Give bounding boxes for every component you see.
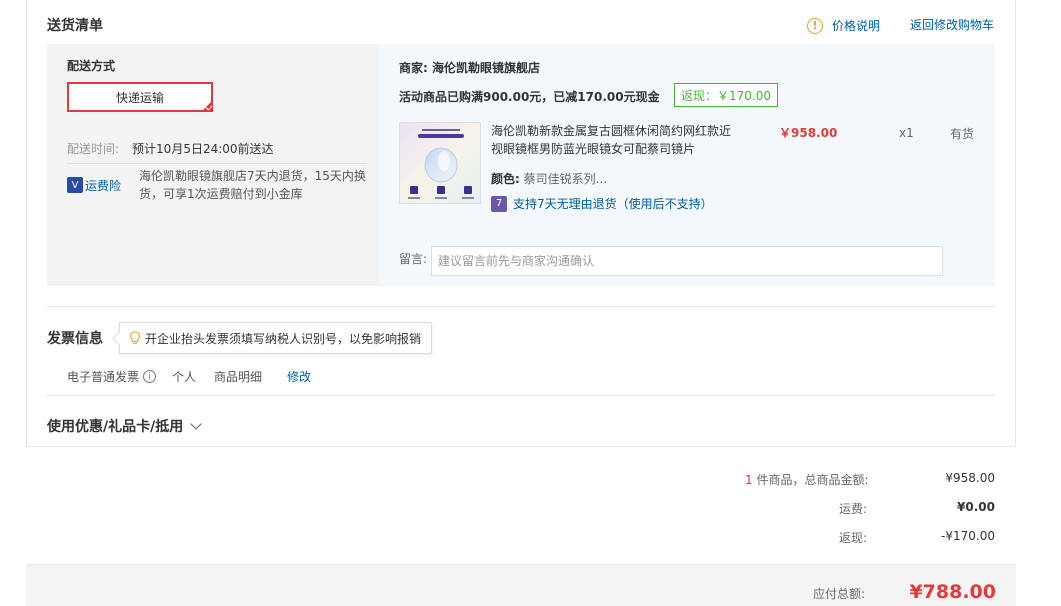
rebate-tag: 返现：￥170.00 (674, 83, 778, 107)
divider (47, 395, 995, 396)
total-value: ¥788.00 (909, 581, 996, 603)
freight-insurance-label: 运费险 (85, 178, 122, 193)
info-icon[interactable]: i (143, 370, 157, 383)
shop-label: 商家: (399, 61, 428, 75)
order-card: 送货清单 ! 价格说明 返回修改购物车 配送方式 快递运输 配送时间: 预计10… (26, 0, 1016, 447)
product-name[interactable]: 海伦凯勒新款金属复古圆框休闲简约网红款近视眼镜框男防蓝光眼镜女可配蔡司镜片 (491, 122, 741, 158)
product-color: 颜色: 蔡司佳锐系列... (491, 170, 607, 187)
price-help-link[interactable]: ! 价格说明 (807, 17, 880, 34)
divider (47, 306, 995, 307)
goods-label: 件商品，总商品金额: (756, 473, 869, 487)
invoice-tip: 开企业抬头发票须填写纳税人识别号，以免影响报销 (119, 322, 433, 354)
return-policy-link[interactable]: 7 支持7天无理由退货（使用后不支持） (491, 195, 713, 212)
item-count: 1 (745, 473, 753, 487)
invoice-edit-link[interactable]: 修改 (287, 368, 311, 385)
invoice-tip-text: 开企业抬头发票须填写纳税人识别号，以免影响报销 (145, 331, 422, 346)
back-to-cart-link[interactable]: 返回修改购物车 (910, 16, 994, 33)
total-label: 应付总额: (813, 587, 866, 601)
return-policy-label: 支持7天无理由退货（使用后不支持） (513, 197, 713, 211)
freight-label: 运费: (839, 502, 868, 516)
rebate-value: -¥170.00 (941, 529, 995, 543)
invoice-owner: 个人 (172, 370, 197, 384)
rebate-label: 返现: (839, 531, 868, 545)
product-thumbnail[interactable] (399, 122, 481, 204)
price-help-label: 价格说明 (832, 19, 881, 33)
express-shipping-label: 快递运输 (115, 90, 164, 105)
coupon-title: 使用优惠/礼品卡/抵用 (47, 419, 184, 435)
seven-day-return-icon: 7 (491, 195, 507, 212)
delivery-time-label: 配送时间: (67, 142, 120, 156)
invoice-details: 电子普通发票 i 个人 商品明细 修改 (67, 368, 311, 385)
color-value: 蔡司佳锐系列... (523, 172, 608, 186)
freight-insurance-desc: 海伦凯勒眼镜旗舰店7天内退货，15天内换货，可享1次运费赔付到小金库 (139, 169, 366, 201)
note-input[interactable] (431, 246, 943, 276)
total-bar: 应付总额: ¥788.00 (26, 564, 1016, 606)
express-shipping-button[interactable]: 快递运输 (67, 82, 213, 112)
shipping-method-label: 配送方式 (67, 59, 116, 73)
freight-insurance: V 运费险 海伦凯勒眼镜旗舰店7天内退货，15天内换货，可享1次运费赔付到小金库 (67, 167, 367, 203)
chevron-down-icon (190, 418, 202, 430)
shop-name-value: 海伦凯勒眼镜旗舰店 (432, 61, 541, 75)
product-panel: 商家: 海伦凯勒眼镜旗舰店 活动商品已购满900.00元，已减170.00元现金… (379, 44, 995, 286)
section-title: 送货清单 (47, 18, 103, 34)
product-price: ￥958.00 (779, 126, 838, 140)
coupon-toggle[interactable]: 使用优惠/礼品卡/抵用 (47, 416, 202, 436)
shipping-panel: 配送方式 快递运输 配送时间: 预计10月5日24:00前送达 V 运费险 海伦… (47, 44, 379, 286)
freight-insurance-link[interactable]: V 运费险 (67, 167, 139, 203)
stock-status: 有货 (950, 127, 975, 141)
product-image (400, 123, 480, 203)
goods-summary-label: 1 件商品，总商品金额: (745, 471, 869, 488)
delivery-time-value: 预计10月5日24:00前送达 (132, 142, 274, 156)
selected-check-icon (201, 100, 213, 112)
shop-name: 商家: 海伦凯勒眼镜旗舰店 (399, 59, 540, 76)
invoice-content: 商品明细 (214, 370, 263, 384)
freight-value: ¥0.00 (957, 500, 995, 514)
divider (67, 163, 367, 164)
invoice-title: 发票信息 (47, 331, 103, 347)
promo-text: 活动商品已购满900.00元，已减170.00元现金 (399, 90, 660, 104)
warning-icon: ! (807, 17, 823, 34)
goods-total-value: ¥958.00 (945, 471, 995, 485)
note-label: 留言: (399, 252, 428, 266)
shield-icon: V (67, 177, 83, 193)
color-label: 颜色: (491, 172, 520, 186)
delivery-time: 配送时间: 预计10月5日24:00前送达 (67, 140, 274, 157)
invoice-type: 电子普通发票 (67, 370, 140, 384)
lightbulb-icon (129, 331, 141, 344)
product-quantity: x1 (899, 126, 914, 140)
